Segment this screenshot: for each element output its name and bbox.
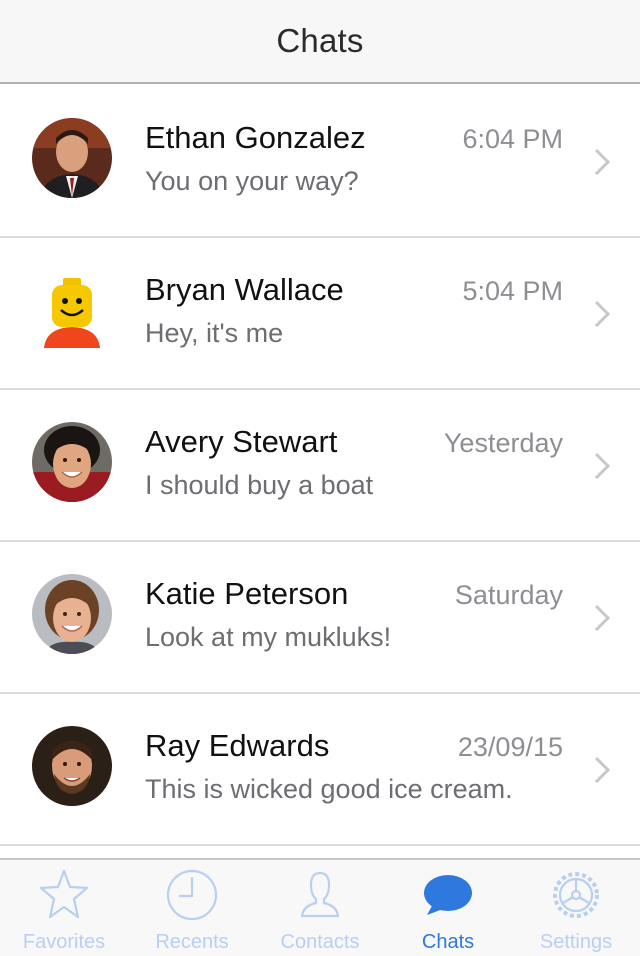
avatar — [32, 118, 112, 198]
message-preview: You on your way? — [145, 166, 359, 196]
chat-row[interactable]: Ethan Gonzalez 6:04 PM You on your way? — [0, 86, 640, 238]
gear-icon — [553, 872, 599, 918]
katie-avatar — [32, 574, 112, 654]
tab-contacts[interactable]: Contacts — [256, 860, 384, 956]
chat-bubble-icon — [424, 875, 472, 915]
ray-avatar — [32, 726, 112, 806]
tab-bar: Favorites Recents Contacts Chats Setting… — [0, 858, 640, 956]
avatar — [32, 270, 112, 350]
tab-label: Contacts — [280, 931, 360, 953]
chevron-right-icon — [594, 756, 611, 784]
tab-label: Settings — [539, 931, 613, 953]
chat-row[interactable]: Ray Edwards 23/09/15 This is wicked good… — [0, 694, 640, 846]
ethan-avatar — [32, 118, 112, 198]
message-time: Yesterday — [443, 428, 563, 458]
chat-list: Ethan Gonzalez 6:04 PM You on your way? … — [0, 86, 640, 846]
lego-avatar — [32, 270, 112, 350]
message-preview: Look at my mukluks! — [145, 622, 392, 652]
tab-label: Favorites — [22, 931, 106, 953]
message-preview: Hey, it's me — [145, 318, 284, 348]
tab-chats[interactable]: Chats — [384, 860, 512, 956]
chat-row[interactable]: Katie Peterson Saturday Look at my muklu… — [0, 542, 640, 694]
avatar — [32, 422, 112, 502]
message-time: Saturday — [454, 580, 563, 610]
tab-settings[interactable]: Settings — [512, 860, 640, 956]
message-time: 6:04 PM — [462, 124, 563, 154]
page-title: Chats — [276, 22, 364, 59]
avatar — [32, 574, 112, 654]
contact-name: Ethan Gonzalez — [145, 120, 366, 155]
star-icon — [39, 869, 89, 919]
chevron-right-icon — [594, 148, 611, 176]
tab-favorites[interactable]: Favorites — [0, 860, 128, 956]
contact-name: Avery Stewart — [145, 424, 338, 459]
chat-row[interactable]: Avery Stewart Yesterday I should buy a b… — [0, 390, 640, 542]
tab-recents[interactable]: Recents — [128, 860, 256, 956]
avatar — [32, 726, 112, 806]
person-icon — [300, 871, 340, 918]
clock-icon — [167, 869, 217, 921]
chevron-right-icon — [594, 604, 611, 632]
navigation-bar: Chats — [0, 0, 640, 84]
contact-name: Bryan Wallace — [145, 272, 344, 307]
chat-row[interactable]: Bryan Wallace 5:04 PM Hey, it's me — [0, 238, 640, 390]
message-preview: This is wicked good ice cream. — [145, 774, 513, 804]
message-time: 23/09/15 — [457, 732, 563, 762]
message-preview: I should buy a boat — [145, 470, 374, 500]
tab-label: Chats — [421, 931, 475, 953]
contact-name: Katie Peterson — [145, 576, 349, 611]
chevron-right-icon — [594, 452, 611, 480]
avery-avatar — [32, 422, 112, 502]
message-time: 5:04 PM — [462, 276, 563, 306]
chevron-right-icon — [594, 300, 611, 328]
contact-name: Ray Edwards — [145, 728, 330, 763]
tab-label: Recents — [155, 931, 229, 953]
